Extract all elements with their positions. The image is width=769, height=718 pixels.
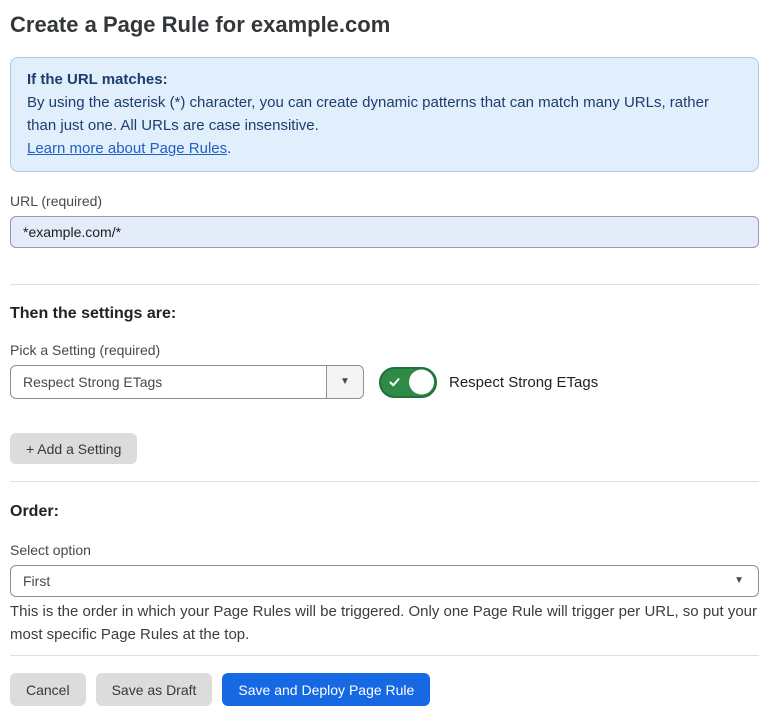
info-box-heading: If the URL matches: [27,68,742,91]
setting-select[interactable]: Respect Strong ETags ▼ [10,365,364,399]
save-draft-button[interactable]: Save as Draft [96,673,213,706]
footer-actions: Cancel Save as Draft Save and Deploy Pag… [10,673,759,706]
toggle-knob[interactable] [409,370,434,395]
footer-divider [10,655,759,656]
order-select-arrow: ▼ [734,576,758,586]
save-deploy-button[interactable]: Save and Deploy Page Rule [222,673,430,706]
url-input[interactable] [10,216,759,248]
setting-toggle-label: Respect Strong ETags [449,374,598,391]
learn-more-link[interactable]: Learn more about Page Rules [27,140,227,157]
setting-toggle-switch[interactable] [379,367,437,398]
check-icon [388,376,401,389]
add-setting-button[interactable]: + Add a Setting [10,433,137,464]
url-match-info-box: If the URL matches: By using the asteris… [10,57,759,172]
learn-more-link-suffix: . [227,140,231,157]
section-divider [10,284,759,285]
order-select[interactable]: First ▼ [10,565,759,597]
info-box-body: By using the asterisk (*) character, you… [27,91,742,137]
setting-picker-label: Pick a Setting (required) [10,342,759,359]
page-title: Create a Page Rule for example.com [10,12,759,38]
chevron-down-icon: ▼ [340,377,350,387]
setting-select-value: Respect Strong ETags [11,374,326,390]
setting-row: Respect Strong ETags ▼ Respect Strong ET… [10,365,759,399]
cancel-button[interactable]: Cancel [10,673,86,706]
order-select-value: First [11,573,734,589]
info-box-link-line: Learn more about Page Rules. [27,137,742,160]
create-page-rule-form: Create a Page Rule for example.com If th… [10,12,759,706]
setting-select-arrow-button[interactable]: ▼ [326,366,363,398]
order-section-heading: Order: [10,502,759,521]
chevron-down-icon: ▼ [734,576,744,586]
url-field-label: URL (required) [10,193,759,210]
settings-section-heading: Then the settings are: [10,304,759,323]
order-help-text: This is the order in which your Page Rul… [10,600,759,646]
order-select-label: Select option [10,542,759,559]
section-divider [10,481,759,482]
setting-toggle-group: Respect Strong ETags [379,367,598,398]
